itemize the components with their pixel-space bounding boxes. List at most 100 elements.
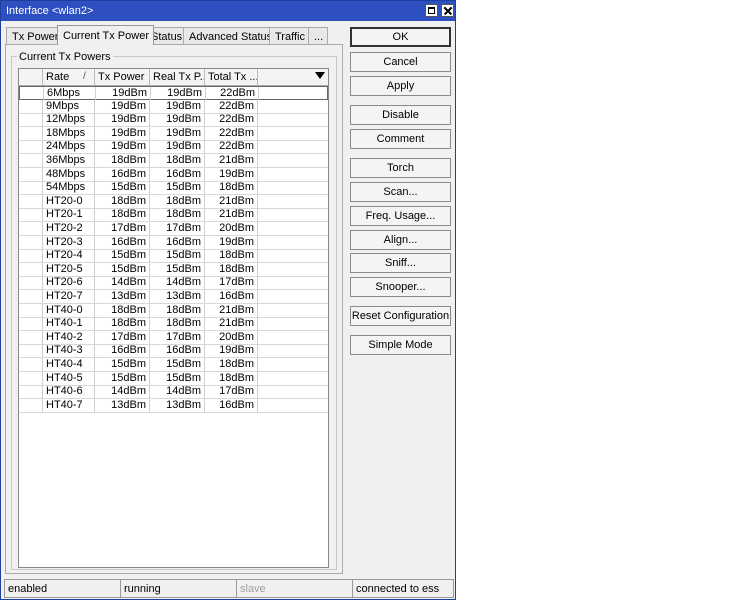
comment-button[interactable]: Comment (350, 129, 451, 149)
row-marker (19, 249, 43, 263)
table-row[interactable]: 36Mbps 18dBm 18dBm 21dBm (19, 154, 328, 168)
cell-rate: HT20-6 (43, 276, 95, 290)
header-tx-power[interactable]: Tx Power (95, 69, 150, 85)
cell-total-tx-power: 22dBm (205, 126, 258, 140)
cancel-button[interactable]: Cancel (350, 52, 451, 72)
cell-tx-power: 18dBm (95, 154, 150, 167)
cell-rate: 36Mbps (43, 154, 95, 167)
row-marker (19, 371, 43, 385)
table-row[interactable]: HT20-7 13dBm 13dBm 16dBm (19, 290, 328, 304)
cell-rate: HT20-2 (43, 222, 95, 235)
simple-mode-button[interactable]: Simple Mode (350, 335, 451, 355)
cell-real-tx-power: 16dBm (150, 344, 205, 358)
cell-total-tx-power: 19dBm (205, 167, 258, 181)
torch-button[interactable]: Torch (350, 158, 451, 178)
scan-button[interactable]: Scan... (350, 182, 451, 202)
table-row[interactable]: HT20-6 14dBm 14dBm 17dBm (19, 276, 328, 291)
status-bar: enabled running slave connected to ess (4, 579, 454, 598)
restore-icon[interactable] (425, 4, 438, 17)
cell-tx-power: 14dBm (95, 385, 150, 399)
table-row[interactable]: HT20-2 17dBm 17dBm 20dBm (19, 222, 328, 236)
table-row[interactable]: 18Mbps 19dBm 19dBm 22dBm (19, 126, 328, 141)
header-total-tx-power[interactable]: Total Tx ... (205, 69, 258, 85)
cell-real-tx-power: 16dBm (150, 167, 205, 181)
cell-total-tx-power: 18dBm (205, 249, 258, 263)
row-marker (20, 87, 44, 100)
ok-button[interactable]: OK (350, 27, 451, 47)
cell-real-tx-power: 16dBm (150, 235, 205, 249)
header-real-tx-power[interactable]: Real Tx P... (150, 69, 205, 85)
tab-traffic[interactable]: Traffic (269, 27, 310, 44)
reset-configuration-button[interactable]: Reset Configuration (350, 306, 451, 326)
cell-real-tx-power: 17dBm (150, 222, 205, 235)
table-row[interactable]: 48Mbps 16dBm 16dBm 19dBm (19, 167, 328, 182)
table-row[interactable]: HT40-4 15dBm 15dBm 18dBm (19, 358, 328, 372)
table-row[interactable]: 9Mbps 19dBm 19dBm 22dBm (19, 99, 328, 114)
status-slave: slave (236, 579, 352, 598)
disable-button[interactable]: Disable (350, 105, 451, 125)
cell-real-tx-power: 19dBm (150, 113, 205, 127)
table-row[interactable]: HT40-1 18dBm 18dBm 21dBm (19, 317, 328, 332)
cell-rate: HT40-0 (43, 303, 95, 317)
cell-real-tx-power: 19dBm (150, 99, 205, 113)
tx-power-table[interactable]: Rate / Tx Power Real Tx P... Total Tx ..… (18, 68, 329, 568)
apply-button[interactable]: Apply (350, 76, 451, 96)
cell-tx-power: 19dBm (95, 126, 150, 140)
cell-total-tx-power: 21dBm (205, 194, 258, 208)
cell-rate: HT40-7 (43, 398, 95, 412)
cell-rate: 12Mbps (43, 113, 95, 127)
close-icon[interactable] (441, 4, 454, 17)
tab-advanced-status[interactable]: Advanced Status (183, 27, 278, 44)
table-row[interactable]: 6Mbps 19dBm 19dBm 22dBm (19, 86, 328, 100)
sniff-button[interactable]: Sniff... (350, 253, 451, 273)
cell-real-tx-power: 13dBm (150, 290, 205, 303)
table-row[interactable]: HT20-0 18dBm 18dBm 21dBm (19, 194, 328, 209)
table-row[interactable]: HT20-3 16dBm 16dBm 19dBm (19, 235, 328, 250)
title-bar[interactable]: Interface <wlan2> (1, 1, 455, 21)
row-marker (19, 262, 43, 276)
row-marker (19, 126, 43, 140)
align-button[interactable]: Align... (350, 230, 451, 250)
cell-total-tx-power: 22dBm (205, 140, 258, 154)
cell-rate: HT20-0 (43, 194, 95, 208)
cell-real-tx-power: 17dBm (150, 330, 205, 344)
row-marker (19, 113, 43, 127)
cell-rate: HT40-1 (43, 317, 95, 331)
freq-usage-button[interactable]: Freq. Usage... (350, 206, 451, 226)
tab-more[interactable]: ... (308, 27, 329, 44)
cell-rate: HT40-2 (43, 330, 95, 344)
cell-tx-power: 15dBm (95, 249, 150, 263)
row-marker (19, 385, 43, 399)
snooper-button[interactable]: Snooper... (350, 277, 451, 297)
table-row[interactable]: HT40-7 13dBm 13dBm 16dBm (19, 398, 328, 413)
header-rate[interactable]: Rate (43, 69, 95, 85)
row-marker (19, 344, 43, 358)
row-marker (19, 235, 43, 249)
tab-tx-power[interactable]: Tx Power (6, 27, 64, 44)
table-row[interactable]: 12Mbps 19dBm 19dBm 22dBm (19, 113, 328, 128)
tab-current-tx-power[interactable]: Current Tx Power (57, 25, 154, 45)
table-row[interactable]: HT40-3 16dBm 16dBm 19dBm (19, 344, 328, 359)
table-row[interactable]: HT40-5 15dBm 15dBm 18dBm (19, 371, 328, 386)
cell-real-tx-power: 19dBm (151, 87, 206, 100)
cell-tx-power: 15dBm (95, 181, 150, 195)
table-row[interactable]: HT20-5 15dBm 15dBm 18dBm (19, 262, 328, 277)
column-menu-icon[interactable] (315, 72, 325, 79)
cell-tx-power: 18dBm (95, 317, 150, 331)
row-marker (19, 303, 43, 317)
cell-real-tx-power: 14dBm (150, 385, 205, 399)
table-row[interactable]: 54Mbps 15dBm 15dBm 18dBm (19, 181, 328, 196)
table-row[interactable]: HT40-2 17dBm 17dBm 20dBm (19, 330, 328, 345)
table-row[interactable]: HT20-1 18dBm 18dBm 21dBm (19, 208, 328, 223)
cell-real-tx-power: 19dBm (150, 140, 205, 154)
cell-real-tx-power: 13dBm (150, 398, 205, 412)
cell-tx-power: 19dBm (95, 99, 150, 113)
table-row[interactable]: 24Mbps 19dBm 19dBm 22dBm (19, 140, 328, 155)
cell-real-tx-power: 19dBm (150, 126, 205, 140)
row-marker (19, 222, 43, 235)
cell-tx-power: 18dBm (95, 194, 150, 208)
cell-real-tx-power: 15dBm (150, 249, 205, 263)
table-row[interactable]: HT20-4 15dBm 15dBm 18dBm (19, 249, 328, 264)
table-row[interactable]: HT40-0 18dBm 18dBm 21dBm (19, 303, 328, 318)
table-row[interactable]: HT40-6 14dBm 14dBm 17dBm (19, 385, 328, 400)
